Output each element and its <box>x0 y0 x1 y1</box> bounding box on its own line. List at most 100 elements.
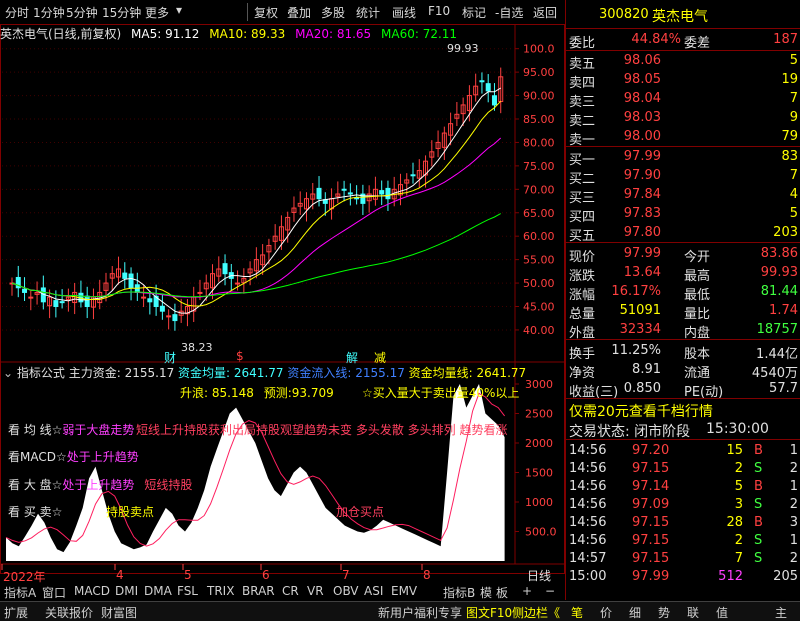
high-annotation: 99.93 <box>447 42 479 55</box>
tab-vr[interactable]: VR <box>307 584 324 598</box>
tab-5min[interactable]: 5分钟 <box>66 4 98 21</box>
related-quote-button[interactable]: 关联报价 <box>45 604 93 621</box>
expand-button[interactable]: 扩展 <box>4 604 28 621</box>
overlay-button[interactable]: 叠加 <box>287 4 311 21</box>
tool-jia[interactable]: 价 <box>600 604 612 621</box>
x-label-may: 5 <box>184 568 192 582</box>
tool-zhu[interactable]: 主 <box>775 604 787 621</box>
candle-body <box>141 296 147 299</box>
quote-label: 最低 <box>684 288 711 303</box>
tab-15min[interactable]: 15分钟 <box>102 4 141 21</box>
quote-value: 0.850 <box>623 381 661 396</box>
candle-body <box>235 282 241 285</box>
tab-brar[interactable]: BRAR <box>242 584 275 598</box>
f10-button[interactable]: F10 <box>428 4 450 18</box>
y-tick-label: 95.00 <box>523 66 555 79</box>
tick-direction: B <box>754 479 763 494</box>
tab-more[interactable]: 更多 <box>145 4 169 21</box>
f10-link[interactable]: 图文F10 <box>466 604 512 621</box>
tool-shi[interactable]: 势 <box>658 604 670 621</box>
order-level-label: 卖二 <box>569 114 596 129</box>
tick-direction: S <box>754 551 763 566</box>
order-price: 97.90 <box>623 168 661 183</box>
add-icon[interactable]: + <box>522 584 532 598</box>
welfare-link[interactable]: 新用户福利专享 <box>378 604 462 621</box>
tab-trix[interactable]: TRIX <box>207 584 234 598</box>
indicator-label[interactable]: 指标公式 <box>17 366 65 380</box>
tab-obv[interactable]: OBV <box>333 584 359 598</box>
low-annotation: 38.23 <box>181 341 213 354</box>
fuquan-button[interactable]: 复权 <box>254 4 278 21</box>
tick-volume: 15 <box>726 443 743 458</box>
sidebar-toggle[interactable]: 侧边栏《 <box>512 604 560 621</box>
tab-ban[interactable]: 板 <box>496 584 508 601</box>
tab-1min[interactable]: 1分钟 <box>33 4 65 21</box>
wealth-chart-button[interactable]: 财富图 <box>101 604 137 621</box>
order-price: 97.80 <box>623 225 661 240</box>
tab-asi[interactable]: ASI <box>364 584 383 598</box>
promo-text[interactable]: 仅需20元查看千档行情 <box>569 401 713 421</box>
order-price: 97.84 <box>623 187 661 202</box>
divider <box>566 398 800 399</box>
tick-volume: 2 <box>734 461 743 476</box>
multi-stock-button[interactable]: 多股 <box>321 4 345 21</box>
capital-flow-area <box>5 384 505 561</box>
period-label[interactable]: 日线 <box>527 567 551 584</box>
capital-area <box>6 384 505 561</box>
stats-button[interactable]: 统计 <box>356 4 380 21</box>
indicator-toggle-icon[interactable]: ⌄ <box>3 366 13 380</box>
promo-row[interactable]: 仅需20元查看千档行情 <box>566 401 800 421</box>
candle-body <box>128 273 134 289</box>
tick-time: 14:57 <box>569 551 607 566</box>
tab-indicator-b[interactable]: 指标B <box>443 584 475 601</box>
tab-macd[interactable]: MACD <box>74 584 110 598</box>
shenglang-value: 升浪: 85.148 <box>180 386 254 400</box>
tab-dma[interactable]: DMA <box>144 584 172 598</box>
tool-zhi[interactable]: 值 <box>716 604 728 621</box>
quote-row: 收益(三) 0.850 PE(动) 57.7 <box>566 380 800 400</box>
tick-volume: 2 <box>734 533 743 548</box>
divider <box>566 339 800 340</box>
buy-volume-note: ☆买入量大于卖出量40%以上 <box>362 386 520 400</box>
tick-row: 14:56 97.15 28 B 3 <box>566 514 800 532</box>
trade-state-row: 交易状态: 闭市阶段 15:30:00 <box>566 421 800 440</box>
candle-body <box>166 315 172 318</box>
tick-direction: B <box>754 515 763 530</box>
indicator-sell-point: 持股卖点 <box>106 505 155 519</box>
draw-line-button[interactable]: 画线 <box>392 4 416 21</box>
tab-mo[interactable]: 模 <box>480 584 492 601</box>
indicator-macd-tag: 处于上升趋势 <box>66 450 139 464</box>
tab-cr[interactable]: CR <box>282 584 299 598</box>
quote-value: 1.74 <box>769 303 798 318</box>
order-volume: 9 <box>789 110 798 125</box>
quote-row: 总量 51091 量比 1.74 <box>566 302 800 322</box>
tab-dmi[interactable]: DMI <box>115 584 138 598</box>
y-tick-label: 500.0 <box>525 526 557 539</box>
tool-xi[interactable]: 细 <box>629 604 641 621</box>
minus-icon[interactable]: − <box>545 584 555 598</box>
tab-fenshi[interactable]: 分时 <box>5 4 29 21</box>
x-label-year: 2022年 <box>3 570 46 584</box>
tool-lian[interactable]: 联 <box>687 604 699 621</box>
tab-window[interactable]: 窗口 <box>42 584 66 601</box>
order-level-label: 卖三 <box>569 95 596 110</box>
stock-header: 300820 英杰电气 <box>566 6 800 25</box>
tool-bi[interactable]: 笔 <box>571 604 583 621</box>
tab-fsl[interactable]: FSL <box>177 584 198 598</box>
tick-count: 2 <box>789 497 798 512</box>
period-toolbar: 分时 1分钟 5分钟 15分钟 更多 ▾ 复权 叠加 多股 统计 画线 F10 … <box>0 0 565 25</box>
tick-volume: 5 <box>734 479 743 494</box>
tab-emv[interactable]: EMV <box>391 584 417 598</box>
candle-body <box>485 83 491 92</box>
back-button[interactable]: 返回 <box>533 4 557 21</box>
trade-state-time: 15:30:00 <box>706 421 769 437</box>
mark-button[interactable]: 标记 <box>462 4 486 21</box>
indicator-ma-extra: 短线上升持股获利出局持股观望趋势未变 多头发散 多头排列 趋势看涨 <box>136 423 508 437</box>
quote-row: 涨跌 13.64 最高 99.93 <box>566 264 800 284</box>
add-watchlist-button[interactable]: -自选 <box>495 4 523 21</box>
ma10-label: MA10: 89.33 <box>209 27 286 41</box>
divider <box>566 439 800 440</box>
tab-indicator-a[interactable]: 指标A <box>4 584 36 601</box>
indicator-market-tag: 处于上升趋势 <box>62 478 135 492</box>
chevron-down-icon[interactable]: ▾ <box>176 3 182 17</box>
